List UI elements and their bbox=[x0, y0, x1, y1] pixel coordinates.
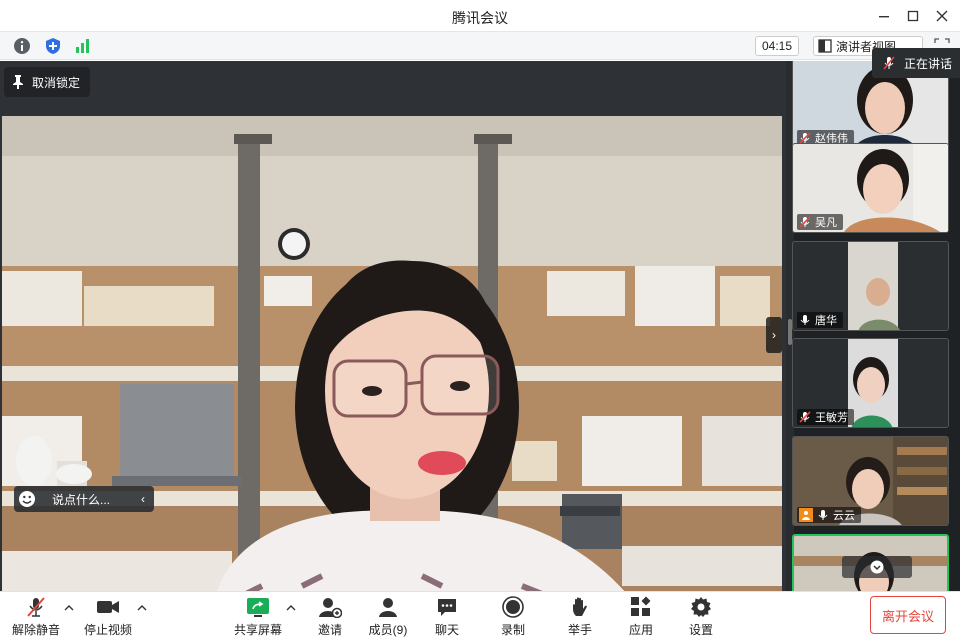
participant-name: 云云 bbox=[833, 510, 855, 522]
quick-chat-input[interactable]: 说点什么... ‹ bbox=[14, 486, 154, 512]
pin-icon bbox=[13, 75, 23, 89]
maximize-icon bbox=[907, 10, 919, 22]
participant-name-tag: 王敏芳 bbox=[797, 409, 854, 425]
layout-icon bbox=[818, 39, 832, 53]
participant-tile-active[interactable] bbox=[792, 534, 949, 591]
audio-options-caret[interactable] bbox=[63, 602, 75, 614]
collapse-strip-button[interactable]: › bbox=[766, 317, 782, 353]
video-options-caret[interactable] bbox=[136, 602, 148, 614]
chevron-right-icon: › bbox=[772, 328, 776, 342]
chevron-up-icon bbox=[64, 605, 74, 611]
chevron-up-icon bbox=[286, 605, 296, 611]
close-icon bbox=[936, 10, 948, 22]
info-button[interactable] bbox=[13, 37, 31, 55]
emoji-icon bbox=[19, 491, 35, 507]
invite-button[interactable]: 邀请 bbox=[312, 596, 348, 638]
speaking-label: 正在讲话 bbox=[904, 56, 953, 71]
mic-icon bbox=[818, 510, 828, 520]
chat-icon bbox=[438, 599, 456, 616]
chat-label: 聊天 bbox=[434, 623, 459, 637]
participant-strip: 赵伟伟 吴凡 唐华 王敏芳 云云 bbox=[786, 61, 960, 591]
tile-expand-button[interactable] bbox=[842, 556, 912, 578]
maximize-button[interactable] bbox=[903, 6, 923, 26]
add-user-icon bbox=[319, 598, 342, 618]
hand-icon bbox=[573, 597, 587, 616]
members-label: 成员(9) bbox=[368, 623, 408, 637]
record-icon bbox=[502, 596, 524, 618]
chevron-down-icon bbox=[870, 560, 884, 574]
apps-label: 应用 bbox=[628, 623, 653, 637]
user-icon bbox=[379, 598, 397, 617]
host-badge-icon bbox=[799, 508, 813, 522]
chat-placeholder: 说点什么... bbox=[52, 492, 111, 507]
network-button[interactable] bbox=[74, 37, 92, 55]
apps-icon bbox=[631, 596, 651, 616]
info-icon bbox=[14, 38, 30, 54]
status-bar: 04:15 演讲者视图 bbox=[0, 32, 960, 60]
stop-video-button[interactable]: 停止视频 bbox=[84, 596, 132, 638]
participant-name: 吴凡 bbox=[815, 217, 837, 229]
settings-button[interactable]: 设置 bbox=[687, 596, 715, 638]
chevron-up-icon bbox=[137, 605, 147, 611]
participant-name-tag: 云云 bbox=[797, 507, 861, 523]
participant-name: 唐华 bbox=[815, 315, 837, 327]
title-bar: 腾讯会议 bbox=[0, 0, 960, 32]
settings-label: 设置 bbox=[688, 623, 713, 637]
share-screen-label: 共享屏幕 bbox=[234, 623, 283, 637]
close-button[interactable] bbox=[932, 6, 952, 26]
meeting-timer: 04:15 bbox=[755, 36, 799, 56]
participant-tile[interactable]: 吴凡 bbox=[792, 143, 949, 233]
share-screen-button[interactable]: 共享屏幕 bbox=[234, 596, 282, 638]
participant-tile[interactable]: 王敏芳 bbox=[792, 338, 949, 428]
participant-name-tag: 唐华 bbox=[797, 312, 843, 328]
stop-video-label: 停止视频 bbox=[84, 623, 133, 637]
mic-muted-icon bbox=[27, 597, 45, 617]
minimize-icon bbox=[879, 16, 889, 18]
mic-icon bbox=[800, 315, 810, 325]
mic-muted-icon bbox=[883, 56, 895, 70]
members-button[interactable]: 成员(9) bbox=[366, 596, 410, 638]
main-video-stage: 取消锁定 说点什么... ‹ › bbox=[0, 61, 786, 591]
raise-hand-button[interactable]: 举手 bbox=[566, 596, 594, 638]
record-button[interactable]: 录制 bbox=[499, 596, 527, 638]
raise-hand-label: 举手 bbox=[567, 623, 592, 637]
participant-name: 王敏芳 bbox=[815, 412, 848, 424]
camera-icon bbox=[97, 601, 119, 613]
mic-muted-icon bbox=[799, 216, 811, 228]
gear-icon bbox=[691, 597, 711, 617]
unmute-label: 解除静音 bbox=[12, 623, 61, 637]
chat-button[interactable]: 聊天 bbox=[433, 596, 461, 638]
collapse-chat-icon[interactable]: ‹ bbox=[132, 492, 154, 506]
share-options-caret[interactable] bbox=[285, 602, 297, 614]
minimize-button[interactable] bbox=[874, 6, 894, 26]
window-title: 腾讯会议 bbox=[452, 10, 508, 26]
participant-tile[interactable]: 云云 bbox=[792, 436, 949, 526]
security-button[interactable] bbox=[44, 37, 62, 55]
presenter-video bbox=[2, 116, 782, 591]
mic-muted-icon bbox=[799, 411, 811, 423]
unmute-button[interactable]: 解除静音 bbox=[12, 596, 60, 638]
unpin-button[interactable]: 取消锁定 bbox=[4, 67, 91, 97]
signal-bars-icon bbox=[76, 39, 89, 53]
invite-label: 邀请 bbox=[317, 623, 342, 637]
leave-meeting-button[interactable]: 离开会议 bbox=[870, 596, 946, 634]
emoji-button[interactable] bbox=[14, 486, 40, 512]
unpin-label: 取消锁定 bbox=[32, 75, 81, 90]
apps-button[interactable]: 应用 bbox=[627, 596, 655, 638]
participant-tile[interactable]: 唐华 bbox=[792, 241, 949, 331]
share-screen-icon bbox=[247, 598, 269, 617]
shield-icon bbox=[46, 38, 60, 54]
bottom-toolbar: 解除静音 停止视频 共享屏幕 邀请 成员(9) 聊天 录制 举手 应用 设置 离… bbox=[0, 591, 960, 640]
record-label: 录制 bbox=[500, 623, 525, 637]
participant-name-tag: 吴凡 bbox=[797, 214, 843, 230]
active-speaker-indicator: 正在讲话 bbox=[872, 48, 960, 78]
